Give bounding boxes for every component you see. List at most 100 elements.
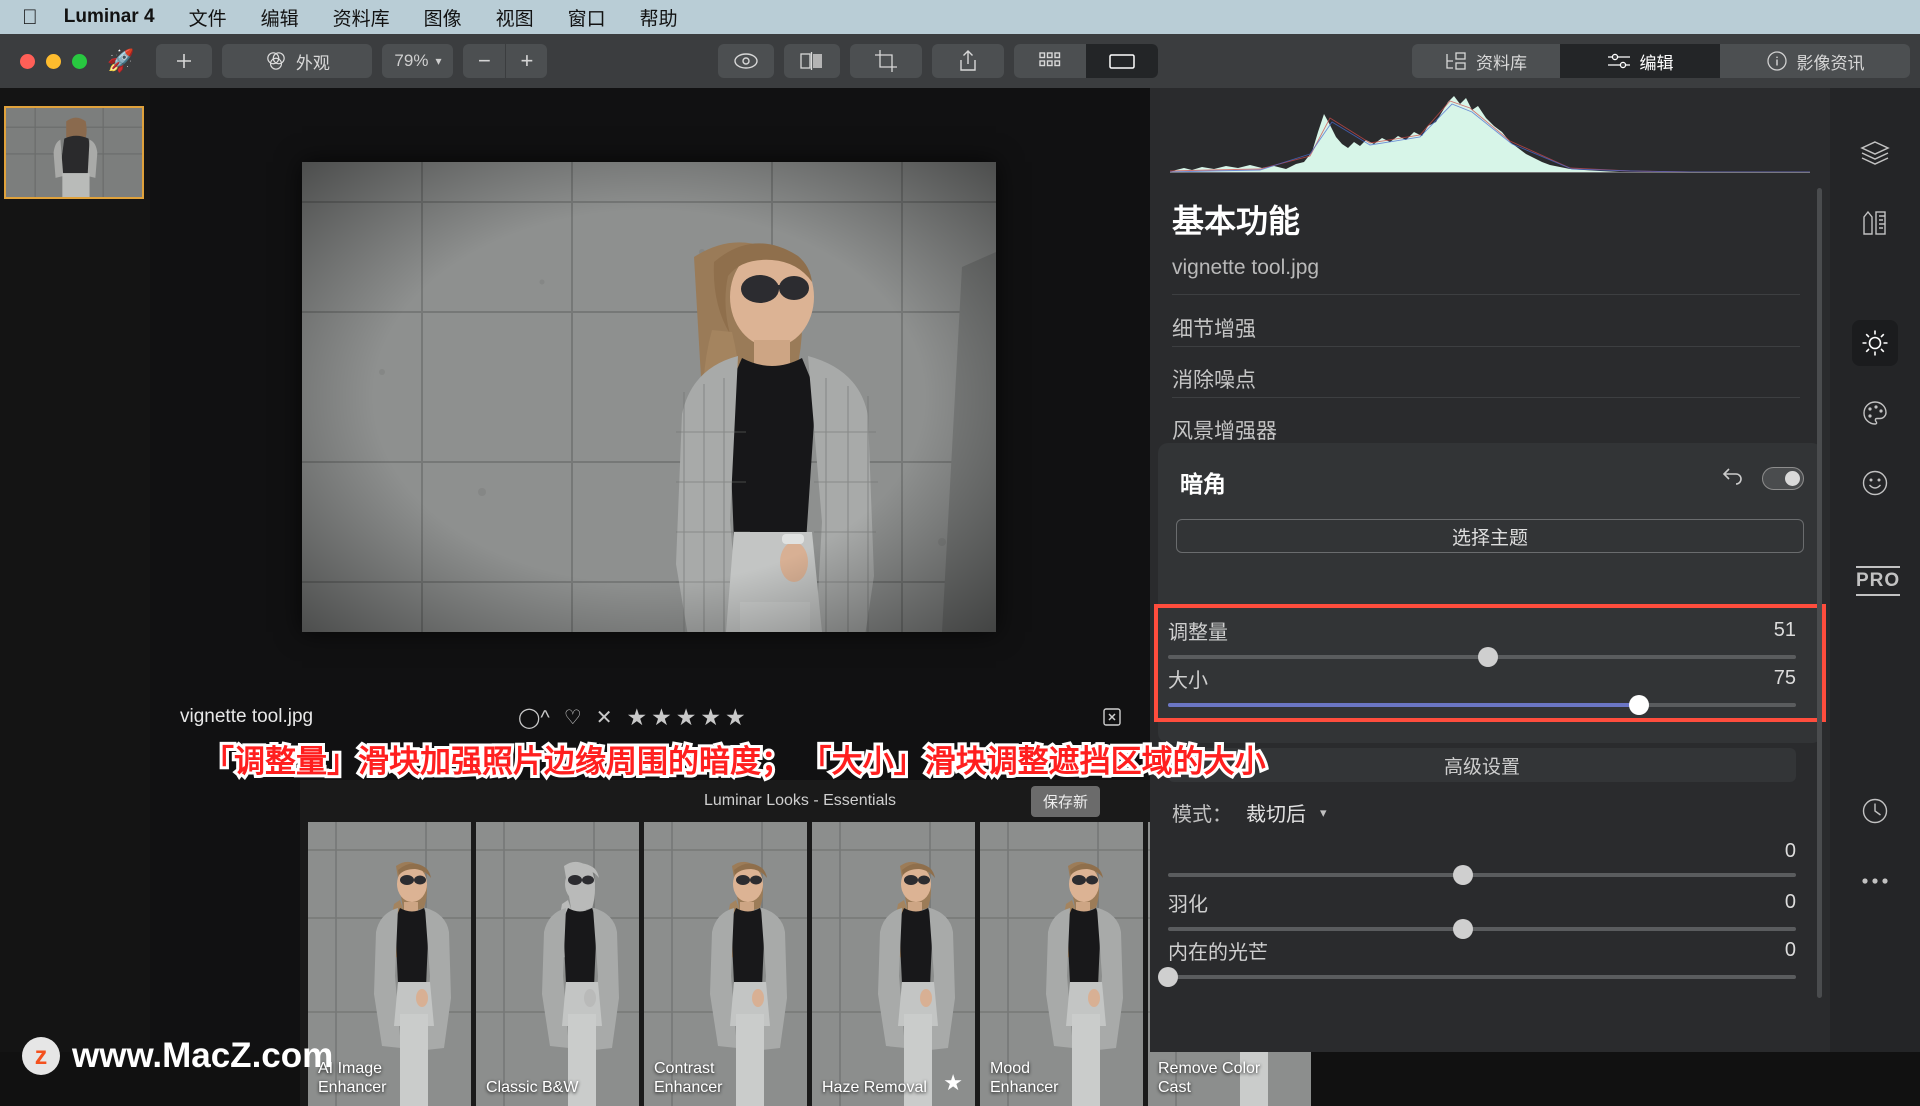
view-mode-group[interactable] — [1014, 44, 1158, 78]
preset-label: Haze Removal — [822, 1079, 927, 1097]
portrait-icon[interactable] — [1852, 460, 1898, 506]
menu-item-file[interactable]: 文件 — [189, 4, 227, 31]
undo-icon[interactable] — [1720, 465, 1744, 485]
vignette-adv-track-1[interactable] — [1168, 865, 1796, 885]
tab-info[interactable]: 影像资讯 — [1720, 44, 1910, 78]
left-filmstrip — [0, 88, 150, 1052]
tab-library[interactable]: 资料库 — [1412, 44, 1560, 78]
divider — [1172, 294, 1800, 295]
star-rating[interactable]: ★★★★★ — [626, 704, 749, 731]
pro-label[interactable]: PRO — [1856, 566, 1900, 596]
zoom-out-button[interactable]: − — [463, 44, 505, 78]
edit-panel: 基本功能 vignette tool.jpg 细节增强 消除噪点 风景增强器 暗… — [1150, 88, 1830, 1052]
palette-icon[interactable] — [1852, 390, 1898, 436]
vignette-feather-label: 羽化 — [1168, 894, 1208, 916]
menu-item-edit[interactable]: 编辑 — [261, 4, 299, 31]
canvas-area: vignette tool.jpg ◯^ ♡ ✕ ★★★★★ Luminar L… — [150, 88, 1311, 1106]
preset-label: Contrast Enhancer — [654, 1060, 723, 1097]
single-view-button[interactable] — [1086, 44, 1158, 78]
menu-item-view[interactable]: 视图 — [496, 4, 534, 31]
watermark: z www.MacZ.com — [22, 1036, 333, 1076]
heart-icon[interactable]: ♡ — [564, 705, 582, 730]
watermark-badge: z — [22, 1037, 60, 1075]
watermark-text: www.MacZ.com — [72, 1036, 334, 1075]
vignette-adv-value-1: 0 — [1784, 840, 1796, 862]
vignette-mode-label: 模式： — [1172, 804, 1232, 826]
preview-toggle-button[interactable] — [718, 44, 774, 78]
main-photo[interactable] — [302, 162, 996, 632]
luminar-window: 🚀 外观 79% ▾ − + 资料库 编辑 影像资讯 vignette tool… — [0, 34, 1920, 1106]
history-icon[interactable] — [1852, 788, 1898, 834]
preset-item[interactable]: Classic B&W — [476, 822, 639, 1106]
vignette-mode-row[interactable]: 模式： 裁切后 ▾ — [1172, 798, 1327, 827]
chevron-down-icon: ▾ — [435, 54, 442, 68]
vignette-innerlight-knob[interactable] — [1158, 967, 1178, 987]
more-icon[interactable] — [1852, 858, 1898, 904]
maximize-window-button[interactable] — [72, 53, 87, 69]
menu-item-image[interactable]: 图像 — [424, 4, 462, 31]
crop-button[interactable] — [850, 44, 922, 78]
workspace-tabs[interactable]: 资料库 编辑 影像资讯 — [1412, 44, 1910, 78]
looks-button[interactable]: 外观 — [222, 44, 373, 78]
vignette-mode-value[interactable]: 裁切后 — [1246, 798, 1306, 827]
tab-library-label: 资料库 — [1476, 53, 1527, 73]
x-reject-icon[interactable]: ✕ — [596, 705, 613, 730]
apple-logo-icon[interactable]:  — [22, 7, 38, 28]
rocket-icon[interactable]: 🚀 — [107, 50, 134, 72]
preset-item[interactable]: Contrast Enhancer — [644, 822, 807, 1106]
vignette-innerlight-slider[interactable]: 内在的光芒 0 — [1158, 936, 1796, 987]
vignette-adv-slider-1[interactable]: 0 — [1168, 840, 1796, 885]
tools-icon[interactable] — [1852, 200, 1898, 246]
vignette-feather-value: 0 — [1784, 891, 1796, 913]
vignette-innerlight-value: 0 — [1784, 939, 1796, 961]
preset-item[interactable]: Haze Removal ★ — [812, 822, 975, 1106]
vignette-adv-knob-1[interactable] — [1453, 865, 1474, 885]
panel-scrollbar[interactable] — [1817, 188, 1822, 998]
preset-label: Remove Color Cast — [1158, 1060, 1261, 1097]
save-new-look-button[interactable]: 保存新 — [1030, 786, 1100, 817]
preset-label: Mood Enhancer — [990, 1060, 1059, 1097]
zoom-stepper[interactable]: − + — [463, 44, 548, 78]
vignette-title: 暗角 — [1180, 471, 1226, 497]
chevron-down-icon[interactable]: ▾ — [1320, 805, 1327, 821]
tab-edit[interactable]: 编辑 — [1560, 44, 1720, 78]
annotation-callout: 「调整量」滑块加强照片边缘周围的暗度； 「大小」滑块调整遮挡区域的大小 — [200, 741, 1269, 782]
vignette-innerlight-label: 内在的光芒 — [1168, 942, 1268, 964]
vignette-toggle-switch[interactable] — [1762, 467, 1804, 490]
preset-item[interactable]: Mood Enhancer — [980, 822, 1143, 1106]
tool-item-landscape-enhancer[interactable]: 风景增强器 — [1172, 415, 1277, 445]
macos-menubar:  Luminar 4 文件 编辑 资料库 图像 视图 窗口 帮助 — [0, 0, 1920, 34]
photo-filename: vignette tool.jpg — [180, 706, 314, 727]
tool-icon-rail: PRO — [1830, 88, 1920, 1052]
menu-item-window[interactable]: 窗口 — [568, 4, 606, 31]
preset-star-icon[interactable]: ★ — [943, 1070, 963, 1096]
photo-rating-controls[interactable]: ◯^ ♡ ✕ ★★★★★ — [518, 704, 750, 731]
menu-item-help[interactable]: 帮助 — [640, 4, 678, 31]
choose-subject-button[interactable]: 选择主题 — [1176, 519, 1804, 553]
window-controls[interactable] — [20, 53, 87, 69]
close-window-button[interactable] — [20, 53, 35, 69]
tool-item-detail-enhancer[interactable]: 细节增强 — [1172, 313, 1256, 343]
menubar-app-name[interactable]: Luminar 4 — [64, 6, 155, 28]
flag-icon[interactable]: ◯^ — [518, 705, 550, 730]
divider — [1172, 397, 1800, 398]
compare-split-button[interactable] — [784, 44, 840, 78]
histogram — [1170, 92, 1810, 174]
vignette-feather-slider[interactable]: 羽化 0 — [1168, 888, 1796, 939]
vignette-innerlight-track[interactable] — [1158, 967, 1796, 987]
vignette-feather-track[interactable] — [1168, 919, 1796, 939]
trash-icon[interactable] — [1100, 705, 1124, 729]
minimize-window-button[interactable] — [46, 53, 61, 69]
menu-item-library[interactable]: 资料库 — [333, 4, 390, 31]
tool-item-denoise[interactable]: 消除噪点 — [1172, 364, 1256, 394]
layers-icon[interactable] — [1852, 130, 1898, 176]
zoom-in-button[interactable]: + — [505, 44, 547, 78]
filmstrip-thumbnail-selected[interactable] — [4, 106, 144, 199]
zoom-level-select[interactable]: 79% ▾ — [382, 44, 454, 78]
share-button[interactable] — [932, 44, 1004, 78]
tab-info-label: 影像资讯 — [1796, 53, 1865, 73]
looks-button-label: 外观 — [295, 53, 330, 73]
brightness-icon[interactable] — [1852, 320, 1898, 366]
add-photo-button[interactable] — [156, 44, 213, 78]
grid-view-button[interactable] — [1014, 44, 1086, 78]
